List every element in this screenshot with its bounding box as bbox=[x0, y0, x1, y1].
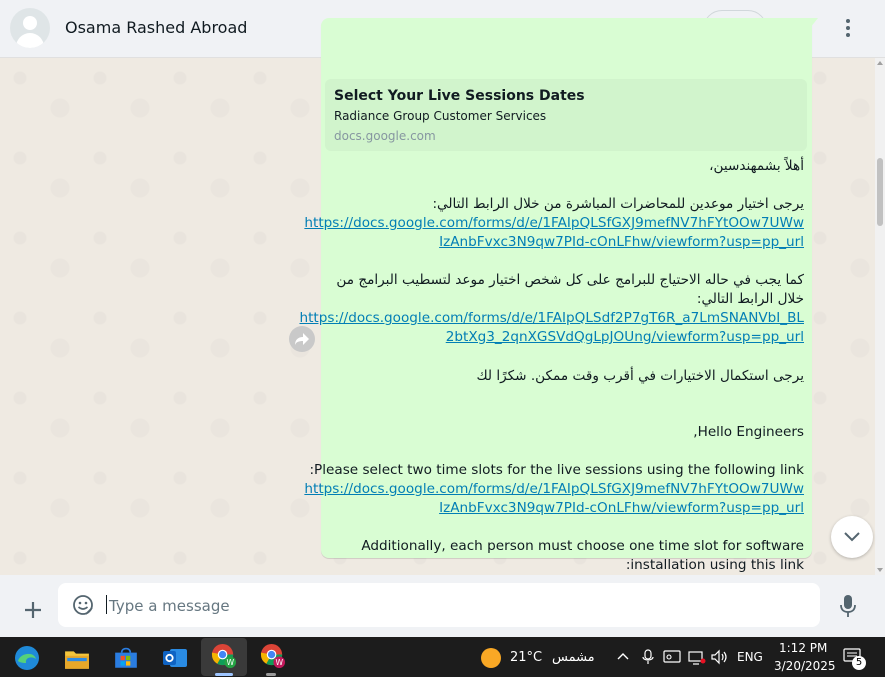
chat-scrollbar[interactable] bbox=[875, 58, 885, 575]
message-bubble-tail bbox=[810, 18, 818, 28]
svg-text:W: W bbox=[226, 658, 234, 667]
taskbar-running-indicator bbox=[266, 673, 276, 676]
clock-date[interactable]: 3/20/2025 bbox=[774, 659, 836, 673]
link-preview-domain: docs.google.com bbox=[334, 129, 436, 143]
avatar-head bbox=[23, 16, 37, 30]
chevron-down-icon bbox=[844, 532, 860, 542]
plus-icon[interactable] bbox=[23, 600, 43, 620]
link-preview-title[interactable]: Select Your Live Sessions Dates bbox=[334, 88, 585, 104]
outlook-icon[interactable] bbox=[162, 645, 188, 671]
forward-arrow-icon bbox=[295, 333, 309, 345]
message-line: يرجى استكمال الاختيارات في أقرب وقت ممكن… bbox=[476, 368, 804, 384]
clock-time[interactable]: 1:12 PM bbox=[779, 641, 827, 655]
text-cursor bbox=[106, 595, 107, 614]
message-line: كما يجب في حاله الاحتياج للبرامج على كل … bbox=[336, 272, 804, 288]
svg-text:W: W bbox=[275, 658, 283, 667]
chrome-whatsapp-icon[interactable]: W bbox=[211, 643, 237, 669]
message-line: Hello Engineers, bbox=[693, 424, 804, 440]
notification-count-badge: 5 bbox=[852, 656, 866, 670]
message-link[interactable]: https://docs.google.com/forms/d/e/1FAIpQ… bbox=[304, 215, 804, 231]
chevron-up-icon[interactable] bbox=[617, 652, 629, 660]
weather-description[interactable]: مشمس bbox=[552, 650, 595, 665]
message-line: خلال الرابط التالي: bbox=[696, 291, 804, 307]
message-line: Additionally, each person must choose on… bbox=[361, 538, 804, 554]
message-link[interactable]: IzAnbFvxc3N9qw7PId-cOnLFhw/viewform?usp=… bbox=[439, 500, 804, 516]
scroll-down-arrow-icon[interactable] bbox=[877, 568, 883, 572]
avatar-body bbox=[16, 33, 44, 48]
link-preview-description: Radiance Group Customer Services bbox=[334, 109, 547, 123]
message-link[interactable]: https://docs.google.com/forms/d/e/1FAIpQ… bbox=[304, 481, 804, 497]
scroll-up-arrow-icon[interactable] bbox=[877, 61, 883, 65]
display-tray-icon[interactable] bbox=[663, 649, 681, 665]
message-line: يرجى اختيار موعدين للمحاضرات المباشرة من… bbox=[432, 196, 804, 212]
microsoft-store-icon[interactable] bbox=[113, 645, 139, 671]
message-link[interactable]: https://docs.google.com/forms/d/e/1FAIpQ… bbox=[299, 310, 804, 326]
message-link[interactable]: 2btXg3_2qnXGSVdQgLpJOUng/viewform?usp=pp… bbox=[446, 329, 804, 345]
network-tray-icon[interactable] bbox=[688, 649, 706, 665]
message-input-placeholder[interactable]: Type a message bbox=[109, 597, 230, 615]
message-line: أهلاً بشمهندسين، bbox=[709, 158, 804, 174]
taskbar-active-indicator bbox=[215, 673, 233, 676]
edge-icon[interactable] bbox=[14, 645, 40, 671]
mic-tray-icon[interactable] bbox=[641, 649, 655, 665]
sun-weather-icon[interactable] bbox=[480, 647, 502, 669]
forward-button[interactable] bbox=[289, 326, 315, 352]
file-explorer-icon[interactable] bbox=[64, 646, 90, 672]
volume-icon[interactable] bbox=[711, 649, 729, 665]
microphone-icon[interactable] bbox=[840, 594, 856, 618]
language-indicator[interactable]: ENG bbox=[737, 650, 763, 664]
message-link[interactable]: IzAnbFvxc3N9qw7PId-cOnLFhw/viewform?usp=… bbox=[439, 234, 804, 250]
scrollbar-thumb[interactable] bbox=[877, 158, 883, 226]
message-line: Please select two time slots for the liv… bbox=[309, 462, 804, 478]
scroll-to-bottom-button[interactable] bbox=[831, 516, 873, 558]
weather-temperature[interactable]: 21°C bbox=[510, 650, 542, 665]
contact-name[interactable]: Osama Rashed Abroad bbox=[65, 18, 247, 37]
chrome-whatsapp-icon[interactable]: W bbox=[260, 643, 286, 669]
contact-avatar[interactable] bbox=[10, 8, 50, 48]
sticker-icon[interactable] bbox=[72, 594, 94, 616]
menu-dots-icon[interactable] bbox=[845, 18, 851, 38]
message-line: installation using this link: bbox=[625, 557, 804, 573]
